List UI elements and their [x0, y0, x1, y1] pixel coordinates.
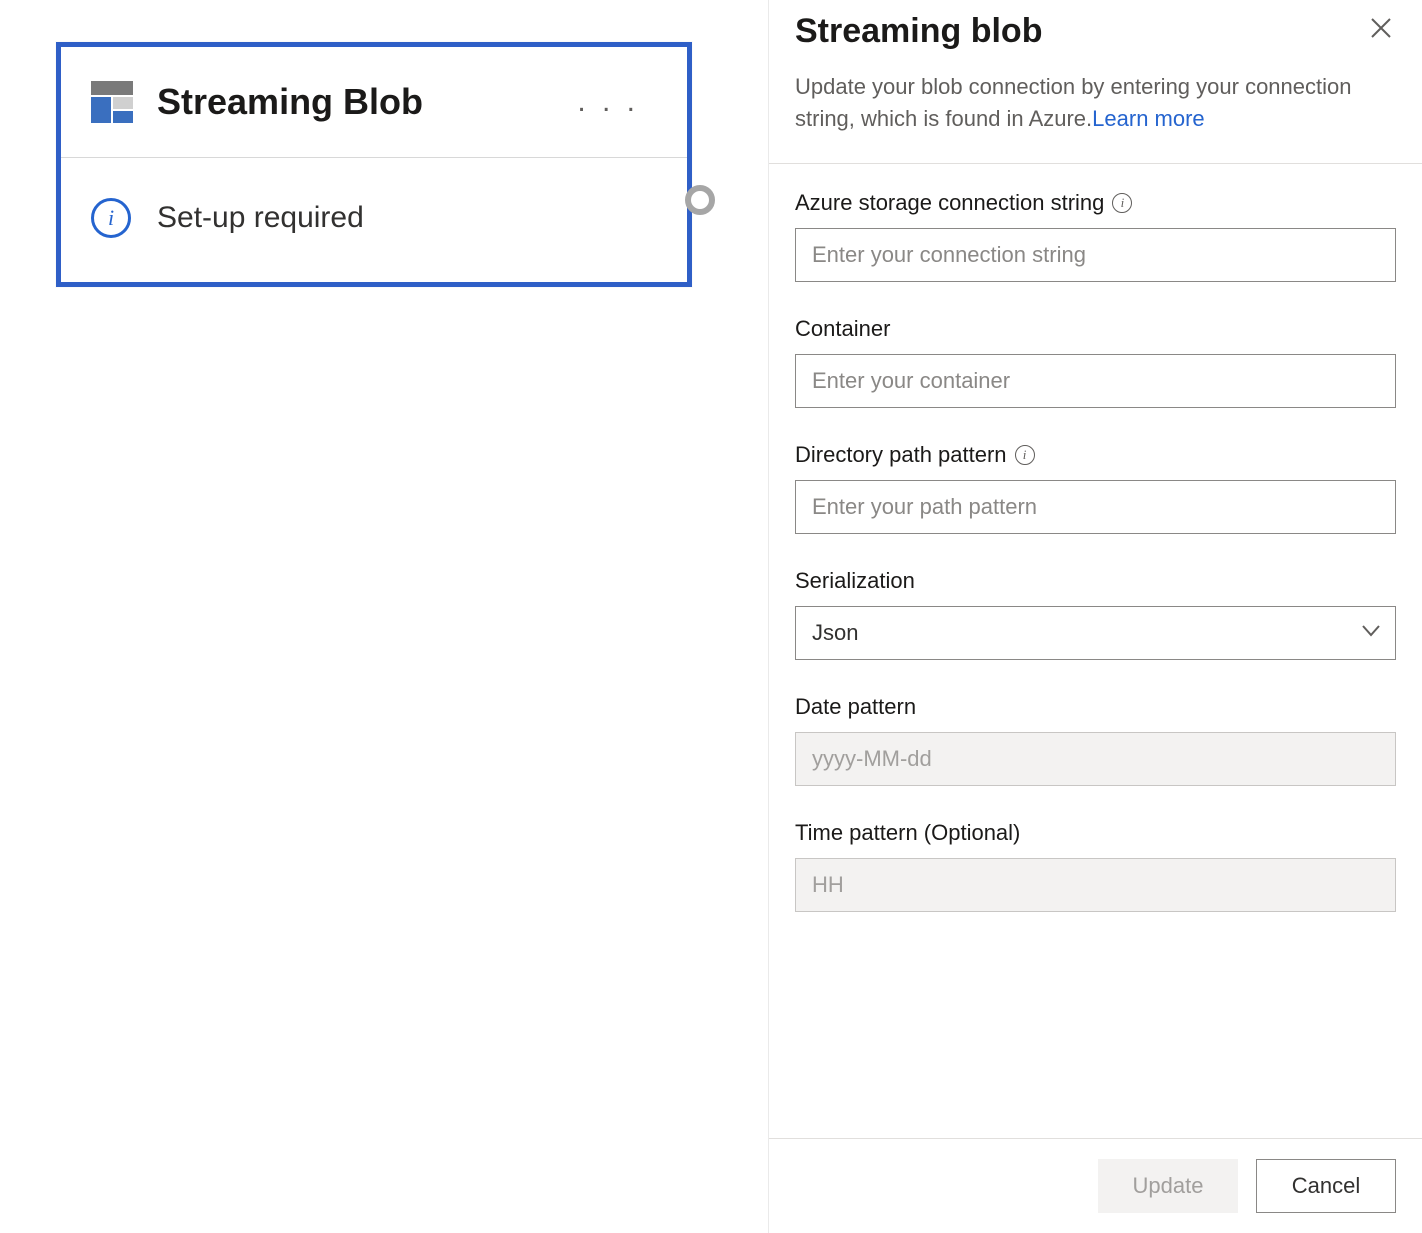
node-status-text: Set-up required [157, 201, 364, 235]
streaming-blob-node[interactable]: Streaming Blob . . . i Set-up required [56, 42, 692, 287]
panel-header: Streaming blob Update your blob connecti… [769, 0, 1422, 164]
panel-title: Streaming blob [795, 12, 1366, 51]
serialization-select[interactable]: Json [795, 606, 1396, 660]
cancel-button[interactable]: Cancel [1256, 1159, 1396, 1213]
field-date-pattern: Date pattern [795, 694, 1396, 786]
directory-label: Directory path pattern [795, 442, 1007, 468]
field-container: Container [795, 316, 1396, 408]
close-icon[interactable] [1366, 12, 1396, 48]
field-serialization: Serialization Json [795, 568, 1396, 660]
node-output-port[interactable] [685, 185, 715, 215]
field-connection-string: Azure storage connection string i [795, 190, 1396, 282]
panel-description: Update your blob connection by entering … [795, 71, 1396, 135]
directory-input[interactable] [795, 480, 1396, 534]
learn-more-link[interactable]: Learn more [1092, 106, 1205, 131]
date-pattern-label: Date pattern [795, 694, 916, 720]
update-button[interactable]: Update [1098, 1159, 1238, 1213]
field-time-pattern: Time pattern (Optional) [795, 820, 1396, 912]
container-label: Container [795, 316, 890, 342]
container-input[interactable] [795, 354, 1396, 408]
node-title: Streaming Blob [157, 81, 567, 123]
info-icon[interactable]: i [1015, 445, 1035, 465]
date-pattern-input [795, 732, 1396, 786]
connection-string-input[interactable] [795, 228, 1396, 282]
node-more-menu[interactable]: . . . [567, 81, 649, 123]
time-pattern-input [795, 858, 1396, 912]
time-pattern-label: Time pattern (Optional) [795, 820, 1020, 846]
serialization-label: Serialization [795, 568, 915, 594]
panel-footer: Update Cancel [769, 1138, 1422, 1233]
field-directory: Directory path pattern i [795, 442, 1396, 534]
info-icon: i [91, 198, 131, 238]
node-header: Streaming Blob . . . [61, 47, 687, 158]
connection-string-label: Azure storage connection string [795, 190, 1104, 216]
config-panel: Streaming blob Update your blob connecti… [768, 0, 1422, 1233]
node-body: i Set-up required [61, 158, 687, 282]
info-icon[interactable]: i [1112, 193, 1132, 213]
serialization-value: Json [812, 620, 858, 646]
panel-description-text: Update your blob connection by entering … [795, 74, 1351, 131]
panel-form: Azure storage connection string i Contai… [769, 164, 1422, 1138]
blob-storage-icon [91, 81, 133, 123]
